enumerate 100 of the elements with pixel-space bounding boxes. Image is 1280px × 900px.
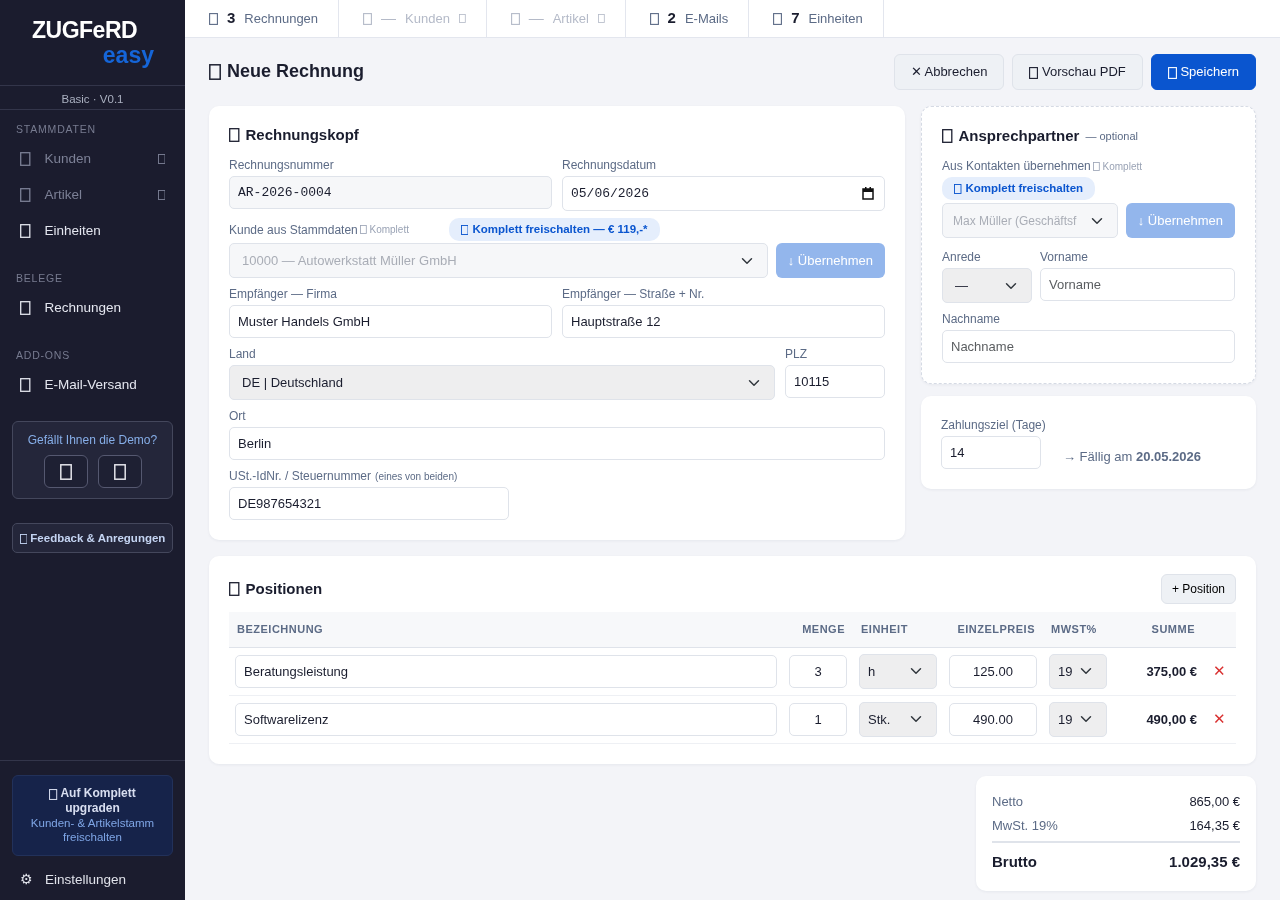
select-field[interactable]: — [942,268,1032,304]
field-label: Kunde aus Stammdaten [229,221,358,239]
text-field[interactable]: DE987654321 [229,487,509,521]
column-header: EINHEIT [853,612,943,648]
field-label: Rechnungsnummer [229,157,335,174]
square-icon [20,187,31,202]
feedback-button[interactable]: Feedback & Anregungen [12,523,173,554]
upgrade-panel[interactable]: Auf Komplett upgraden Kunden- & Artikelstamm freischalten [12,775,173,856]
select-field[interactable]: 19 [1049,701,1107,737]
text-field[interactable]: 1 [789,702,847,736]
square-icon [773,12,783,25]
sidebar-item[interactable]: Einheiten [0,213,185,250]
text-field[interactable]: Muster Handels GmbH [229,305,552,339]
field-hint: (eines von beiden) [375,470,458,485]
field-label: Rechnungsdatum [562,157,658,174]
column-header: BEZEICHNUNG [229,612,783,648]
section-title: ADD-ONS [15,348,72,364]
square-icon [209,63,221,80]
square-icon [942,128,953,143]
field-label: Nachname [942,311,1002,329]
square-icon [649,12,659,25]
lock-square-icon [458,14,466,23]
field-label: Zahlungsziel (Tage) [941,417,1047,435]
text-field[interactable]: 125.00 [949,654,1037,688]
stat-tab[interactable]: 2 E-Mails [625,0,750,37]
card-title: Positionen [229,578,323,601]
text-field[interactable]: Softwarelizenz [235,702,777,736]
field-label: Ort [229,408,247,426]
field-label: Empfänger — Straße + Nr. [562,286,706,304]
stat-tab[interactable]: 3 Rechnungen [185,0,340,37]
total-label: Netto [992,792,1024,811]
select-field[interactable]: Stk. [859,701,937,737]
square-icon [20,151,31,166]
page-title: Neue Rechnung [209,60,364,83]
field-label: Empfänger — Firma [229,286,339,304]
rating-button[interactable] [97,455,142,489]
text-field[interactable]: 10115 [785,365,885,399]
text-field[interactable]: Beratungsleistung [235,654,777,688]
text-field[interactable]: Vorname [1040,268,1235,302]
sidebar-item[interactable]: Rechnungen [0,290,185,327]
field-label: Aus Kontakten übernehmen [942,158,1091,175]
row-total: 375,00 € [1113,647,1203,696]
total-label: MwSt. 19% [992,817,1058,836]
text-field[interactable]: AR-2026-0004 [229,176,552,209]
rating-button[interactable] [43,455,88,489]
text-field[interactable]: 3 [789,654,847,688]
column-header: SUMME [1113,612,1203,648]
action-button[interactable]: Vorschau PDF [1012,54,1143,90]
settings-item[interactable]: ⚙ Einstellungen [0,863,185,900]
remove-button[interactable]: ✕ [1209,708,1230,731]
square-icon [20,378,31,393]
card-title: Rechnungskopf [229,123,885,146]
text-field[interactable]: 14 [941,436,1041,470]
card-title: Ansprechpartner — optional [942,124,1235,147]
text-field[interactable]: Nachname [942,330,1235,364]
square-icon [229,582,240,597]
upgrade-subtitle: Kunden- & Artikelstamm freischalten [29,817,156,845]
square-icon [460,224,469,235]
column-header: MWST% [1043,612,1113,648]
row-total: 490,00 € [1113,695,1203,744]
text-field[interactable]: 490.00 [949,702,1037,736]
total-value: 164,35 € [1189,817,1240,836]
square-icon [209,12,218,25]
square-icon [954,183,962,194]
text-field[interactable]: Hauptstraße 12 [562,305,885,339]
square-icon [510,12,520,25]
column-header: MENGE [783,612,853,648]
field-label: Anrede [942,249,982,267]
remove-button[interactable]: ✕ [1209,660,1230,683]
square-icon [20,224,31,239]
field-label: PLZ [785,346,808,364]
select-field[interactable]: h [859,653,937,689]
text-field[interactable]: Berlin [229,427,885,461]
gross-value: 1.029,35 € [1169,851,1240,872]
logo-subtitle: easy [101,43,154,69]
gross-label: Brutto [992,851,1037,872]
upgrade-title: Auf Komplett upgraden [21,786,164,816]
square-icon [49,788,58,800]
select-field[interactable]: 19 [1049,653,1107,689]
demo-question: Gefällt Ihnen die Demo? [26,432,159,450]
stat-tab[interactable]: 7 Einheiten [749,0,884,37]
action-button[interactable]: ✕ Abbrechen [893,54,1005,90]
square-icon [20,301,31,316]
add-position-button[interactable]: + Position [1160,574,1236,605]
select-field[interactable]: DE | Deutschland [229,365,775,401]
lock-square-icon [597,14,605,23]
settings-icon: ⚙ [20,869,33,890]
square-icon [229,127,240,142]
square-icon [363,12,373,25]
field-label: Land [229,346,257,364]
square-icon [113,463,126,480]
date-field[interactable]: 05/06/2026 [562,176,885,211]
lock-square-icon [157,189,165,200]
version-label: Basic · V0.1 [0,85,185,110]
calendar-icon[interactable] [862,187,874,200]
action-button[interactable]: Speichern [1150,54,1256,90]
square-icon [1092,161,1100,171]
lock-note: Komplett [359,222,409,238]
sidebar-item[interactable]: E-Mail-Versand [0,367,185,404]
square-icon [59,463,72,480]
